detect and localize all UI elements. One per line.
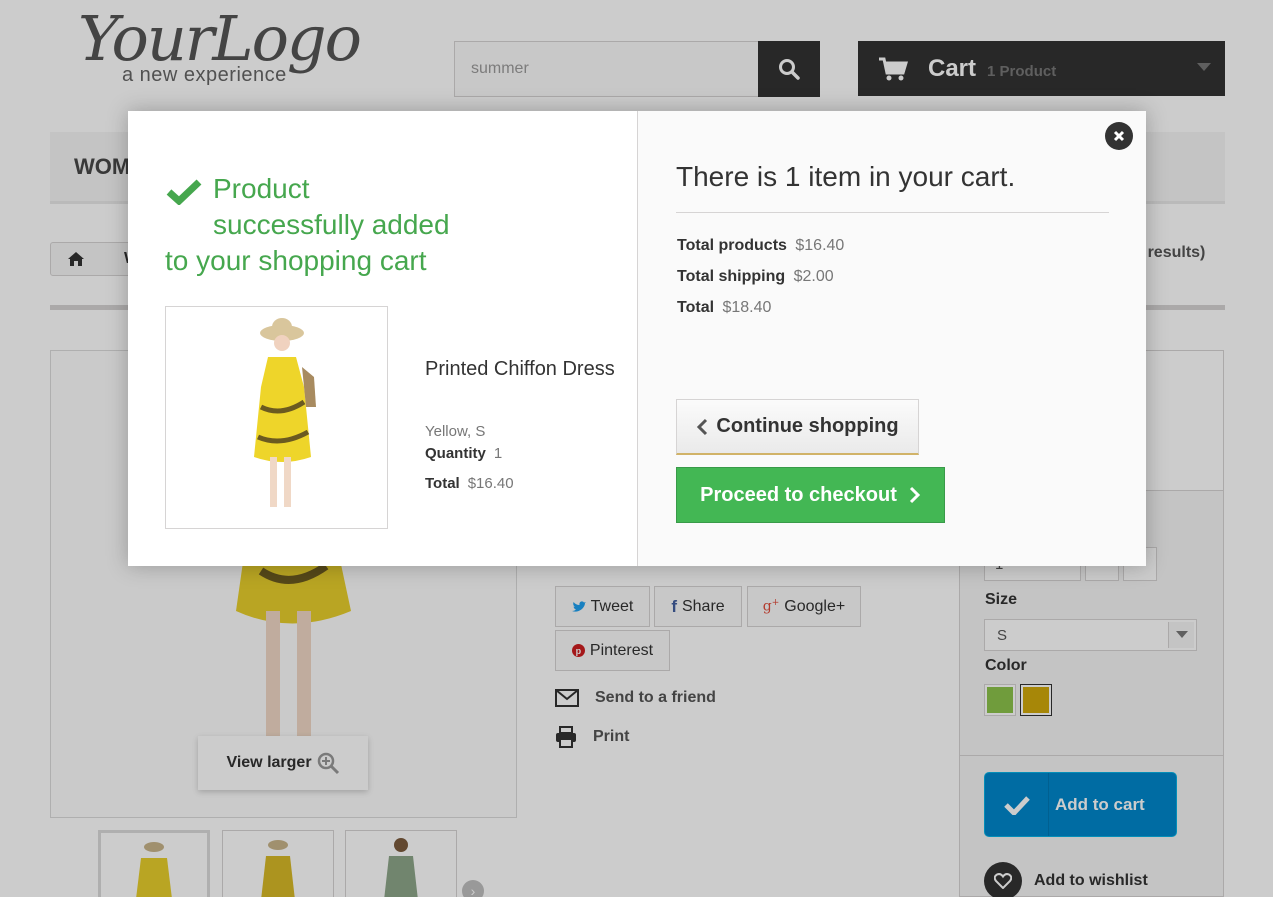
total-products-label: Total products [677, 237, 787, 254]
proceed-to-checkout-label: Proceed to checkout [700, 483, 897, 506]
quantity-value: 1 [493, 445, 503, 462]
add-to-cart-modal: Product successfully added to your shopp… [128, 111, 1146, 566]
total-products-value: $16.40 [795, 237, 845, 254]
product-quantity-row: Quantity 1 [425, 445, 502, 462]
proceed-to-checkout-button[interactable]: Proceed to checkout [676, 467, 945, 523]
grand-total-row: Total $18.40 [677, 299, 771, 317]
chevron-left-icon [697, 418, 708, 435]
continue-shopping-button[interactable]: Continue shopping [676, 399, 919, 455]
close-icon [1113, 130, 1125, 142]
quantity-label: Quantity [425, 445, 486, 462]
product-name: Printed Chiffon Dress [425, 358, 615, 380]
success-line-2: successfully added [213, 209, 450, 240]
total-shipping-value: $2.00 [793, 268, 834, 285]
total-products-row: Total products $16.40 [677, 237, 844, 255]
close-modal-button[interactable] [1105, 122, 1133, 150]
product-attributes: Yellow, S [425, 423, 486, 440]
success-message: Product successfully added to your shopp… [165, 171, 485, 279]
continue-shopping-label: Continue shopping [716, 415, 899, 437]
success-line-3: to your shopping cart [165, 245, 427, 276]
success-line-1: Product [213, 173, 310, 204]
product-thumbnail [165, 306, 388, 529]
divider [676, 212, 1109, 213]
chevron-right-icon [909, 486, 920, 504]
divider [637, 111, 638, 566]
total-shipping-row: Total shipping $2.00 [677, 268, 834, 286]
product-total-row: Total $16.40 [425, 475, 514, 492]
product-total-label: Total [425, 475, 460, 492]
grand-total-value: $18.40 [722, 299, 772, 316]
product-total-value: $16.40 [467, 475, 514, 492]
total-shipping-label: Total shipping [677, 268, 786, 285]
cart-item-count-title: There is 1 item in your cart. [676, 161, 1016, 192]
grand-total-label: Total [677, 299, 715, 316]
